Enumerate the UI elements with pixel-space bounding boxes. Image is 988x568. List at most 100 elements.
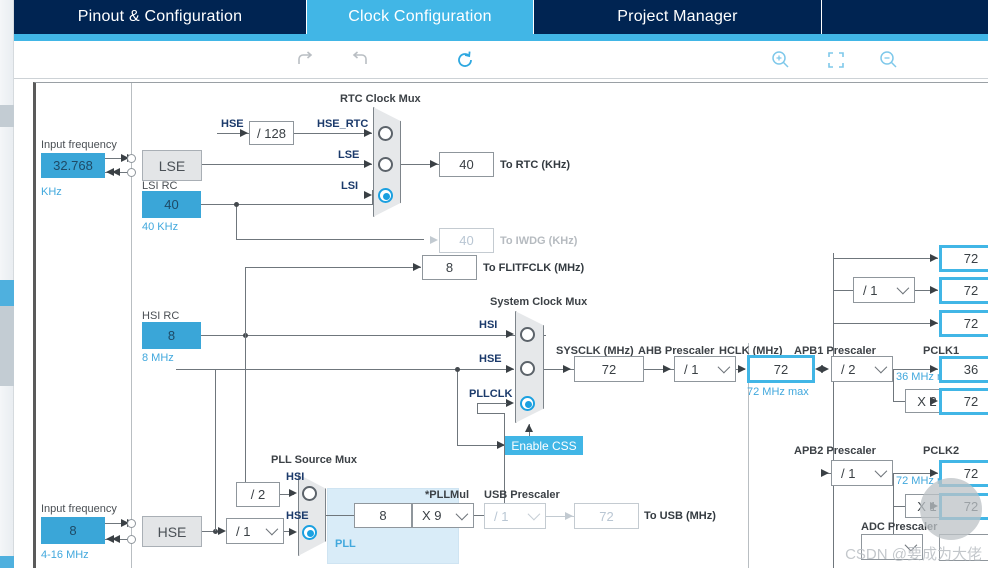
chevron-down-icon <box>874 360 888 374</box>
arrow <box>364 128 372 137</box>
zoom-in-icon[interactable] <box>769 49 793 71</box>
tab-pinout-configuration[interactable]: Pinout & Configuration <box>14 0 307 34</box>
sysclk-mux-hse-label: HSE <box>479 353 502 365</box>
hsi-rc-value[interactable]: 8 <box>142 322 201 349</box>
hse-caption: 4-16 MHz <box>41 549 89 561</box>
arrow <box>524 424 533 432</box>
to-rtc-value: 40 <box>439 152 494 177</box>
hclk-max-note: 72 MHz max <box>747 386 809 398</box>
arrow <box>930 318 938 327</box>
hclk-value[interactable]: 72 <box>747 355 815 383</box>
wire <box>833 258 938 259</box>
rtc-mux-lsi-label: LSI <box>341 180 359 192</box>
pll-input-value: 8 <box>354 503 412 528</box>
sysclk-mux-option-pllclk[interactable] <box>520 396 535 411</box>
hse-pin <box>127 535 136 544</box>
wire <box>202 164 372 165</box>
wire <box>201 335 546 336</box>
usb-prescaler-select[interactable]: / 1 <box>484 503 546 529</box>
rtc-mux-option-hse-rtc[interactable] <box>378 126 393 141</box>
tab-project-label: Project Manager <box>617 8 738 25</box>
lsi-rc-value[interactable]: 40 <box>142 191 201 218</box>
arrow <box>240 128 248 137</box>
wire <box>176 369 514 370</box>
pll-mux-option-hsi[interactable] <box>302 486 317 501</box>
enable-css-button[interactable]: Enable CSS <box>505 436 583 455</box>
sysclk-mux-option-hsi[interactable] <box>520 327 535 342</box>
ahb-prescaler-select[interactable]: / 1 <box>674 356 736 382</box>
left-edge-strip <box>0 0 14 568</box>
pll-mux-hsi-label: HSI <box>286 471 305 483</box>
arrow <box>663 364 671 373</box>
arrow <box>506 364 514 373</box>
apb1-prescaler-select[interactable]: / 2 <box>831 356 893 382</box>
hclk-output-value: 72 <box>939 245 988 272</box>
lse-pin <box>127 154 136 163</box>
pll-hse-divider-select[interactable]: / 1 <box>226 518 284 544</box>
clock-tree-canvas[interactable]: Input frequency 32.768 KHz LSE LSI RC 40… <box>33 82 988 568</box>
tab-clock-configuration[interactable]: Clock Configuration <box>307 0 534 34</box>
zoom-out-icon[interactable] <box>877 49 901 71</box>
rtc-mux-option-lsi[interactable] <box>378 188 393 203</box>
arrow <box>506 329 514 338</box>
hse-rtc-divider[interactable]: / 128 <box>249 121 294 145</box>
pll-mux-option-hse[interactable] <box>302 525 317 540</box>
wire <box>893 473 894 506</box>
pll-mux-hse-label: HSE <box>286 510 309 522</box>
wire <box>201 204 372 205</box>
sysclk-mux-hsi-label: HSI <box>479 319 498 331</box>
pclk2-label: PCLK2 <box>923 445 960 457</box>
arrow <box>218 526 226 535</box>
to-iwdg-label: To IWDG (KHz) <box>500 235 578 247</box>
apb1-prescaler-value: / 2 <box>841 361 856 377</box>
wire <box>477 413 505 414</box>
wire <box>236 204 237 239</box>
arrow <box>106 167 114 176</box>
wire <box>477 403 478 413</box>
wire <box>372 190 373 205</box>
pll-hsi-divider: / 2 <box>236 482 280 507</box>
chevron-down-icon <box>904 538 918 552</box>
lse-oscillator[interactable]: LSE <box>142 150 202 181</box>
hse-input-frequency-field[interactable]: 8 <box>41 517 105 544</box>
apb1-timer-value: 72 <box>939 388 988 415</box>
arrow <box>506 398 514 407</box>
main-tab-bar: Pinout & Configuration Clock Configurati… <box>14 0 988 34</box>
undo-icon[interactable] <box>296 49 320 71</box>
arrow <box>289 527 297 536</box>
tab-clock-label: Clock Configuration <box>348 8 492 25</box>
adc-prescaler-select[interactable] <box>861 534 923 560</box>
arrow <box>430 159 438 168</box>
arrow <box>565 511 573 520</box>
reload-icon[interactable] <box>454 49 478 71</box>
strip-segment-active <box>0 280 14 306</box>
redo-icon[interactable] <box>349 49 373 71</box>
lse-unit-label: KHz <box>41 186 62 198</box>
wire <box>833 290 853 291</box>
rtc-mux-lse-label: LSE <box>338 149 360 161</box>
hse-oscillator[interactable]: HSE <box>142 516 202 547</box>
arrow <box>430 235 438 244</box>
apb2-prescaler-select[interactable]: / 1 <box>831 460 893 486</box>
sysclk-mux-option-hse[interactable] <box>520 361 535 376</box>
chevron-down-icon <box>527 507 541 521</box>
usb-prescaler-label: USB Prescaler <box>484 489 560 501</box>
wire <box>245 267 421 268</box>
tab-project-manager[interactable]: Project Manager <box>534 0 822 34</box>
lse-input-frequency-field[interactable]: 32.768 <box>41 153 105 178</box>
wire <box>326 515 354 516</box>
ahb-branch-prescaler-select[interactable]: / 1 <box>853 277 915 303</box>
pllmul-value: X 9 <box>422 508 442 523</box>
zoom-fit-icon[interactable] <box>824 49 848 71</box>
rtc-clock-mux-title: RTC Clock Mux <box>340 93 421 105</box>
pclk1-value: 36 <box>939 356 988 383</box>
pclk2-value: 72 <box>939 460 988 487</box>
pllmul-select[interactable]: X 9 <box>412 503 474 528</box>
adc-output-value <box>939 534 988 561</box>
apb2-timer-value: 72 <box>939 493 988 520</box>
strip-segment <box>0 105 14 127</box>
wire <box>893 506 905 507</box>
rtc-mux-option-lse[interactable] <box>378 157 393 172</box>
to-usb-label: To USB (MHz) <box>644 510 716 522</box>
apb2-prescaler-label: APB2 Prescaler <box>794 445 876 457</box>
